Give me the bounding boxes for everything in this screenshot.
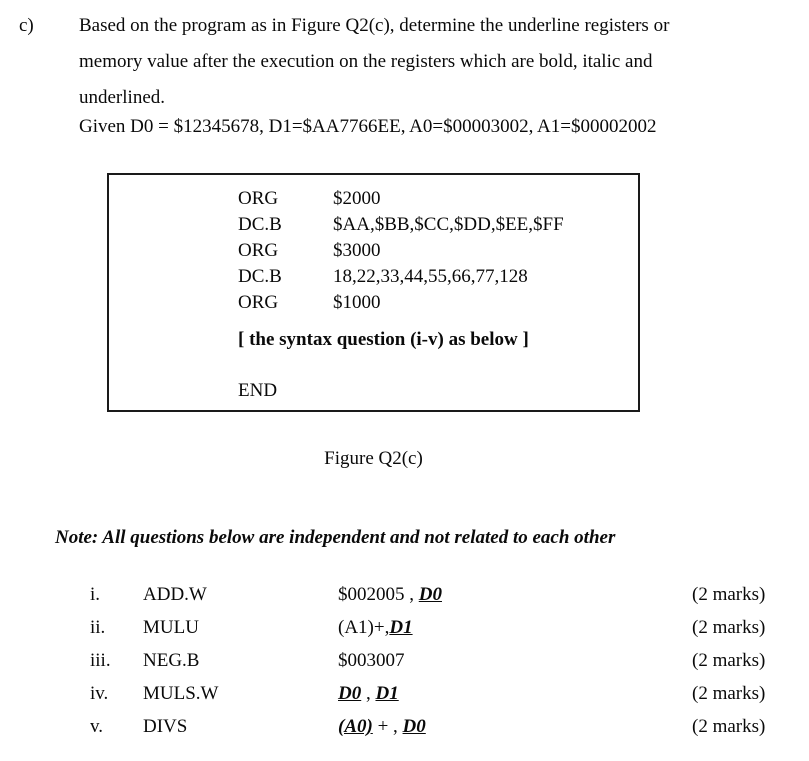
subquestion-row: i. ADD.W $002005 , D0 (2 marks) bbox=[0, 578, 809, 611]
subquestion-operand: (A0) + , D0 bbox=[338, 710, 426, 743]
code-operand: 18,22,33,44,55,66,77,128 bbox=[333, 266, 528, 287]
code-mnemonic: ORG bbox=[238, 240, 279, 261]
given-values-line: Given D0 = $12345678, D1=$AA7766EE, A0=$… bbox=[79, 116, 657, 137]
operand-register: D0 bbox=[338, 683, 362, 704]
code-mnemonic: DC.B bbox=[238, 214, 282, 235]
question-intro-paragraph: Based on the program as in Figure Q2(c),… bbox=[79, 8, 776, 116]
subquestion-mnemonic: NEG.B bbox=[143, 650, 200, 671]
operand-plain: + , bbox=[372, 716, 403, 737]
subquestion-mnemonic: MULU bbox=[143, 617, 199, 638]
code-row: DC.B 18,22,33,44,55,66,77,128 bbox=[238, 264, 564, 290]
code-operand: $2000 bbox=[333, 188, 381, 209]
subquestion-mnemonic: DIVS bbox=[143, 716, 188, 737]
subquestion-list: i. ADD.W $002005 , D0 (2 marks) ii. MULU… bbox=[0, 578, 809, 743]
subquestion-marks: (2 marks) bbox=[692, 650, 766, 671]
subquestion-operand: D0 , D1 bbox=[338, 677, 399, 710]
code-row: ORG $1000 bbox=[238, 290, 564, 316]
subquestion-numeral: i. bbox=[90, 584, 101, 605]
operand-plain: , bbox=[361, 683, 376, 704]
code-operand: $1000 bbox=[333, 292, 381, 313]
code-mnemonic: DC.B bbox=[238, 266, 282, 287]
subquestion-row: v. DIVS (A0) + , D0 (2 marks) bbox=[0, 710, 809, 743]
subquestion-marks: (2 marks) bbox=[692, 683, 766, 704]
note-text: Note: All questions below are independen… bbox=[55, 527, 616, 548]
subquestion-row: iii. NEG.B $003007 (2 marks) bbox=[0, 644, 809, 677]
code-operand: $3000 bbox=[333, 240, 381, 261]
subquestion-operand: $003007 bbox=[338, 644, 405, 677]
subquestion-marks: (2 marks) bbox=[692, 716, 766, 737]
operand-register-2: D0 bbox=[402, 716, 426, 737]
part-label: c) bbox=[19, 15, 34, 36]
operand-plain: $003007 bbox=[338, 650, 405, 671]
code-row: ORG $2000 bbox=[238, 186, 564, 212]
subquestion-numeral: iv. bbox=[90, 683, 109, 704]
subquestion-marks: (2 marks) bbox=[692, 617, 766, 638]
figure-caption: Figure Q2(c) bbox=[324, 448, 423, 469]
code-operand: $AA,$BB,$CC,$DD,$EE,$FF bbox=[333, 214, 564, 235]
operand-register: (A0) bbox=[338, 716, 373, 737]
code-mnemonic: ORG bbox=[238, 292, 279, 313]
subquestion-marks: (2 marks) bbox=[692, 584, 766, 605]
subquestion-operand: $002005 , D0 bbox=[338, 578, 442, 611]
syntax-placeholder-note: [ the syntax question (i-v) as below ] bbox=[238, 329, 529, 350]
code-row: ORG $3000 bbox=[238, 238, 564, 264]
operand-plain: $002005 , bbox=[338, 584, 419, 605]
operand-register-2: D1 bbox=[375, 683, 399, 704]
subquestion-row: ii. MULU (A1)+,D1 (2 marks) bbox=[0, 611, 809, 644]
subquestion-numeral: ii. bbox=[90, 617, 106, 638]
intro-line: Based on the program as in Figure Q2(c),… bbox=[79, 15, 670, 36]
subquestion-numeral: iii. bbox=[90, 650, 111, 671]
intro-line: underlined. bbox=[79, 87, 166, 108]
operand-register: D1 bbox=[389, 617, 413, 638]
operand-register: D0 bbox=[418, 584, 442, 605]
intro-line: memory value after the execution on the … bbox=[79, 51, 653, 72]
code-end-directive: END bbox=[238, 380, 278, 401]
code-row: DC.B $AA,$BB,$CC,$DD,$EE,$FF bbox=[238, 212, 564, 238]
subquestion-mnemonic: MULS.W bbox=[143, 683, 219, 704]
subquestion-row: iv. MULS.W D0 , D1 (2 marks) bbox=[0, 677, 809, 710]
subquestion-numeral: v. bbox=[90, 716, 104, 737]
code-mnemonic: ORG bbox=[238, 188, 279, 209]
subquestion-mnemonic: ADD.W bbox=[143, 584, 207, 605]
figure-code-box: ORG $2000 DC.B $AA,$BB,$CC,$DD,$EE,$FF ORG… bbox=[107, 173, 640, 412]
subquestion-operand: (A1)+,D1 bbox=[338, 611, 413, 644]
operand-plain: (A1)+, bbox=[338, 617, 390, 638]
assembly-code-listing: ORG $2000 DC.B $AA,$BB,$CC,$DD,$EE,$FF ORG… bbox=[238, 186, 564, 316]
